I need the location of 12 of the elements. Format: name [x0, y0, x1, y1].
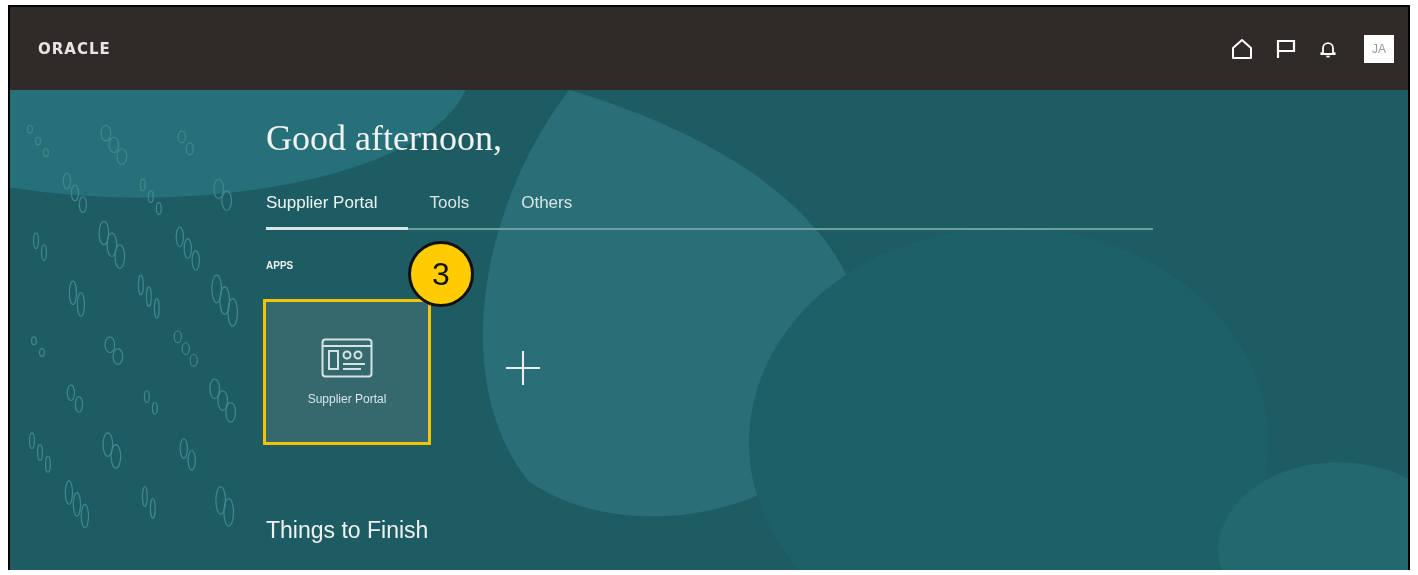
greeting-heading: Good afternoon,: [266, 117, 503, 159]
tab[interactable]: Supplier Portal: [266, 193, 408, 230]
app-tile[interactable]: Supplier Portal: [263, 299, 431, 445]
section-label: APPS: [266, 260, 295, 271]
step-callout: 3: [408, 241, 474, 307]
tab[interactable]: Others: [521, 193, 573, 230]
tab[interactable]: Tools: [429, 193, 470, 230]
add-icon[interactable]: [504, 349, 542, 387]
brand-logo[interactable]: ORACLE: [38, 39, 111, 58]
home-icon[interactable]: [1230, 36, 1254, 61]
section-heading: Things to Finish: [266, 517, 430, 544]
portal-card-icon: [321, 338, 373, 378]
